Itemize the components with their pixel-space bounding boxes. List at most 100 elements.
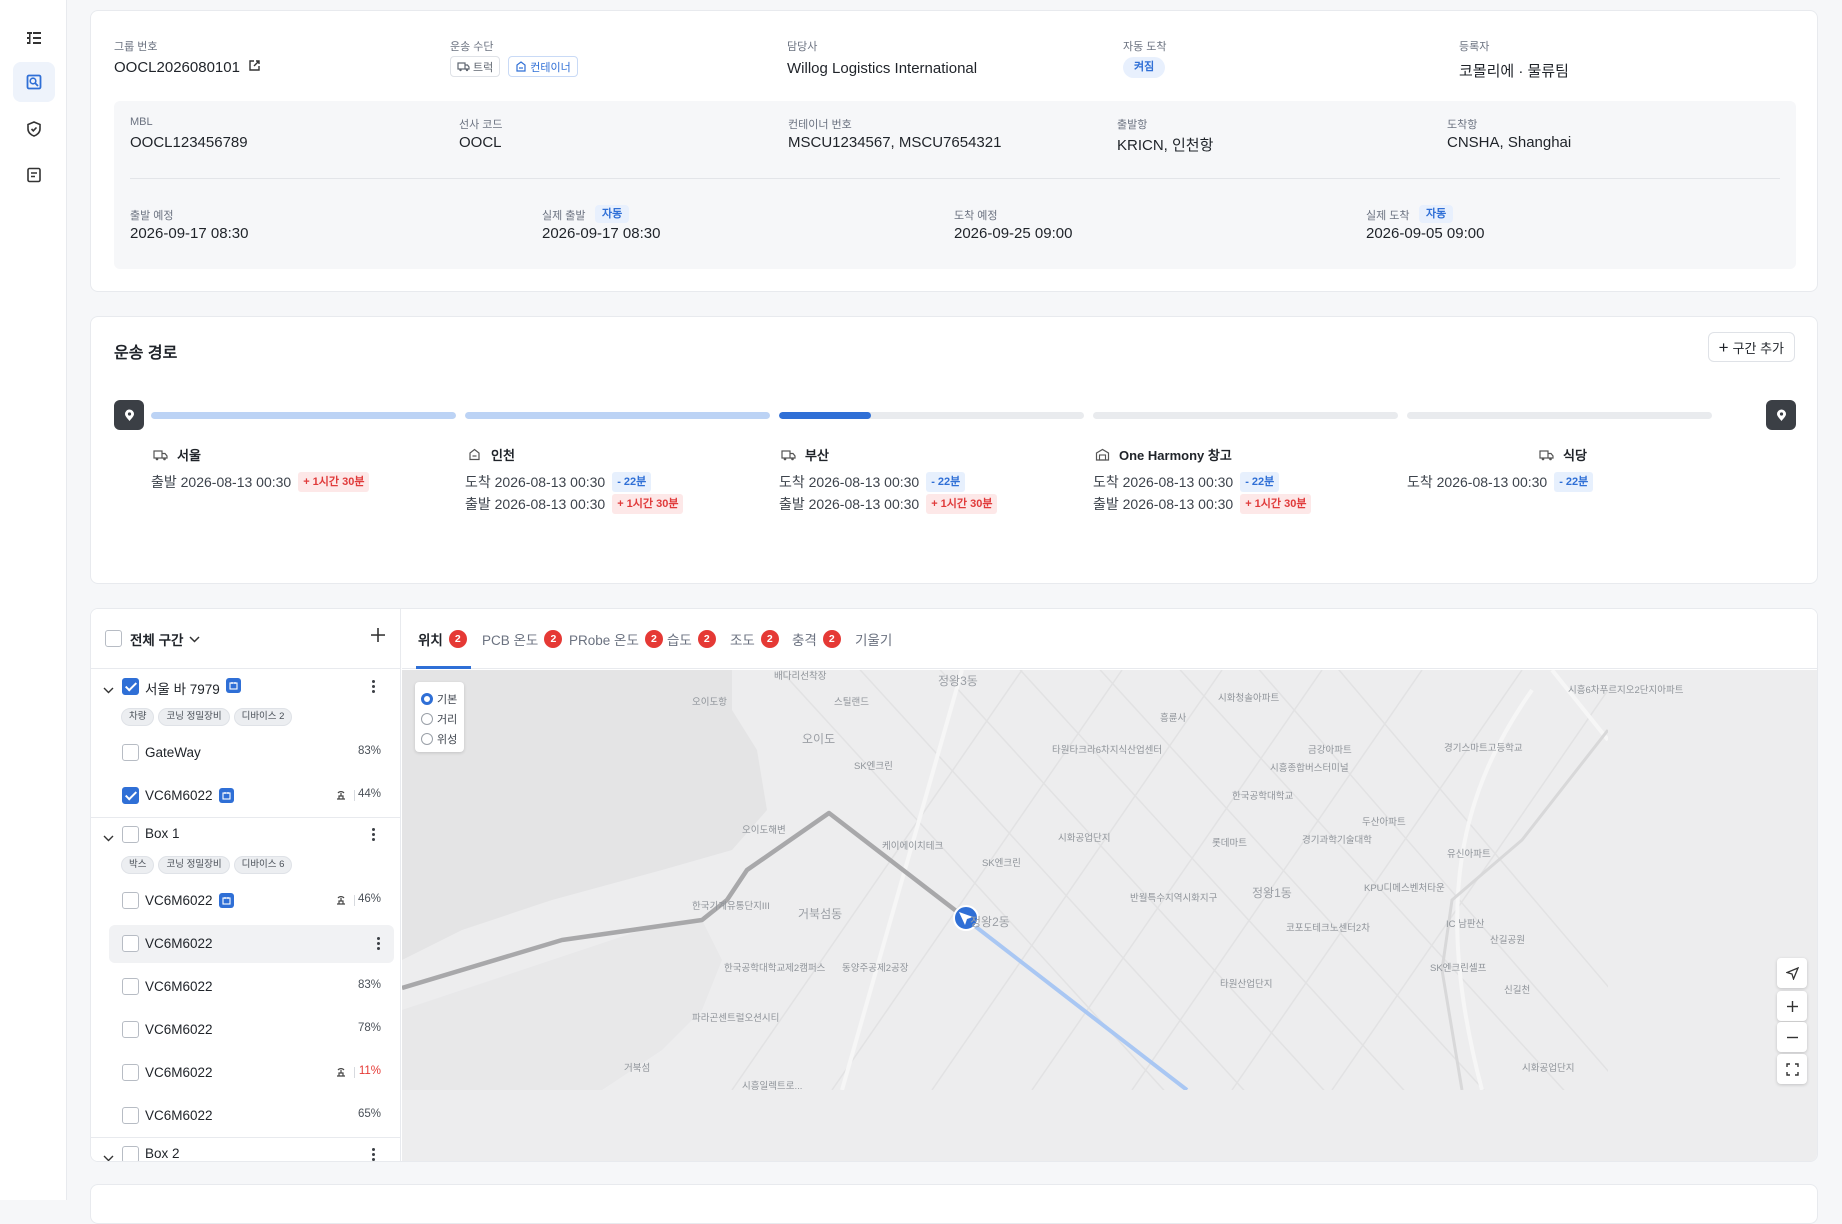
device-checkbox[interactable] xyxy=(122,1107,139,1124)
transport-truck-pill[interactable]: 트럭 xyxy=(450,56,501,77)
device-group[interactable]: Box 2 xyxy=(91,1137,400,1161)
group-checkbox[interactable] xyxy=(122,678,139,695)
layer-radio[interactable] xyxy=(421,713,433,725)
tab-5[interactable]: 충격 2 xyxy=(792,609,841,669)
route-stop[interactable]: One Harmony 창고 xyxy=(1093,445,1232,464)
tab-6[interactable]: 기울기 xyxy=(855,609,892,669)
route-stop-time-text: 출발 2026-08-13 00:30 xyxy=(151,474,292,490)
route-stop[interactable]: 부산 xyxy=(779,445,829,464)
signal-icon xyxy=(334,1065,348,1083)
more-icon[interactable] xyxy=(377,935,381,952)
device-checkbox[interactable] xyxy=(122,1021,139,1038)
route-stop[interactable]: 식당 xyxy=(1537,445,1587,464)
device-row[interactable]: VC6M6022 44% xyxy=(91,774,400,817)
device-checkbox[interactable] xyxy=(122,892,139,909)
tab-2[interactable]: PRobe 온도 2 xyxy=(569,609,663,669)
layer-option-basic[interactable]: 기본 xyxy=(421,691,457,707)
device-checkbox[interactable] xyxy=(122,744,139,761)
route-progress-track xyxy=(465,412,770,419)
select-all-checkbox[interactable] xyxy=(105,630,122,647)
group-checkbox[interactable] xyxy=(122,1146,139,1161)
tab-3[interactable]: 습도 2 xyxy=(667,609,716,669)
chevron-down-icon[interactable] xyxy=(103,829,114,847)
device-row[interactable]: VC6M6022 11% xyxy=(91,1051,400,1094)
more-icon[interactable] xyxy=(372,826,376,843)
carrier-code-label: 선사 코드 xyxy=(459,119,503,131)
group-no-value: OOCL2026080101 xyxy=(114,59,240,76)
route-stop-name: 서울 xyxy=(177,448,201,463)
device-row[interactable]: GateWay 83% xyxy=(91,731,400,774)
layer-radio[interactable] xyxy=(421,693,433,705)
device-checkbox[interactable] xyxy=(122,787,139,804)
shipment-detail-panel: MBL OOCL123456789 선사 코드 OOCL 컨테이너 번호 MSC… xyxy=(114,101,1796,269)
map-place-label: 유신아파트 xyxy=(1447,849,1491,860)
layer-radio[interactable] xyxy=(421,733,433,745)
route-delay-badge: + 1시간 30분 xyxy=(1240,494,1312,514)
auto-arrival-toggle[interactable]: 켜짐 xyxy=(1123,57,1166,78)
device-row[interactable]: VC6M6022 65% xyxy=(91,1094,400,1137)
map-place-label: 시화공업단지 xyxy=(1522,1063,1575,1074)
add-segment-button[interactable]: + 구간 추가 xyxy=(1707,332,1795,362)
layer-option-street[interactable]: 거리 xyxy=(421,711,457,727)
map-place-label: SK엔크린 xyxy=(982,858,1021,869)
next-card xyxy=(90,1184,1818,1224)
scope-select[interactable]: 전체 구간 xyxy=(130,629,183,649)
route-progress-track xyxy=(151,412,456,419)
tab-0[interactable]: 위치 2 xyxy=(418,609,467,669)
mbl-value: OOCL123456789 xyxy=(130,134,248,151)
route-progress-fill xyxy=(151,412,456,419)
add-device-icon[interactable] xyxy=(370,627,386,648)
chevron-down-icon[interactable] xyxy=(189,630,200,648)
search-doc-icon[interactable] xyxy=(13,62,55,102)
transport-container-pill[interactable]: 컨테이너 xyxy=(508,56,578,77)
route-progress-fill xyxy=(779,412,871,419)
route-progress-track xyxy=(1093,412,1398,419)
map-place-label: IC 남판산 xyxy=(1446,919,1485,930)
locate-icon[interactable] xyxy=(1777,958,1807,988)
etd-value: 2026-09-17 08:30 xyxy=(130,225,249,242)
map-view[interactable]: 배다리선착장 오이도항 스틸랜드 오이도 SK엔크린 정왕3동 흥륜사 시화청솔아파트 타원타크… xyxy=(402,670,1817,1161)
chevron-down-icon[interactable] xyxy=(103,681,114,699)
nav-rail xyxy=(0,0,67,1200)
device-checkbox[interactable] xyxy=(122,1064,139,1081)
device-group[interactable]: Box 1 박스 코닝 정밀장비 디바이스 6 xyxy=(91,817,400,879)
map-place-label: 한국기계유통단지III xyxy=(692,901,770,912)
device-checkbox[interactable] xyxy=(122,935,139,952)
map-place-label: 타원산업단지 xyxy=(1220,979,1273,990)
transport-label: 운송 수단 xyxy=(450,41,494,53)
route-stop-time: 도착 2026-08-13 00:30 - 22분 xyxy=(1407,472,1594,492)
device-row[interactable]: VC6M6022 xyxy=(91,922,400,965)
departure-port-label: 출발항 xyxy=(1117,119,1148,131)
shield-icon[interactable] xyxy=(13,109,55,149)
device-group[interactable]: 서울 바 7979 차량 코닝 정밀장비 디바이스 2 xyxy=(91,669,400,731)
more-icon[interactable] xyxy=(372,1146,376,1161)
device-row[interactable]: VC6M6022 46% xyxy=(91,879,400,922)
chevron-down-icon[interactable] xyxy=(103,1149,114,1161)
device-group-name: Box 2 xyxy=(145,1146,180,1161)
layer-option-satellite[interactable]: 위성 xyxy=(421,731,457,747)
group-tags: 박스 코닝 정밀장비 디바이스 6 xyxy=(121,854,296,874)
external-link-icon[interactable] xyxy=(248,59,261,76)
route-stop[interactable]: 서울 xyxy=(151,445,201,464)
group-checkbox[interactable] xyxy=(122,826,139,843)
list-tree-icon[interactable] xyxy=(13,19,55,59)
more-icon[interactable] xyxy=(372,678,376,695)
map-place-label: 동양주공제2공장 xyxy=(842,963,909,974)
device-checkbox[interactable] xyxy=(122,978,139,995)
device-row[interactable]: VC6M6022 83% xyxy=(91,965,400,1008)
document-icon[interactable] xyxy=(13,155,55,195)
route-stop-name: 인천 xyxy=(491,448,515,463)
zoom-out-icon[interactable] xyxy=(1777,1022,1807,1052)
container-no-value: MSCU1234567, MSCU7654321 xyxy=(788,134,1002,151)
fullscreen-icon[interactable] xyxy=(1777,1054,1807,1084)
tab-1[interactable]: PCB 온도 2 xyxy=(482,609,563,669)
divider xyxy=(354,790,355,801)
container-icon xyxy=(516,61,526,72)
route-stop-time: 출발 2026-08-13 00:30 + 1시간 30분 xyxy=(1093,494,1312,514)
zoom-in-icon[interactable] xyxy=(1777,991,1807,1021)
route-stop-time-text: 출발 2026-08-13 00:30 xyxy=(779,496,920,512)
route-stop[interactable]: 인천 xyxy=(465,445,515,464)
tab-4[interactable]: 조도 2 xyxy=(730,609,779,669)
device-row[interactable]: VC6M6022 78% xyxy=(91,1008,400,1051)
map-place-label: 케이에이치테크 xyxy=(882,841,944,852)
